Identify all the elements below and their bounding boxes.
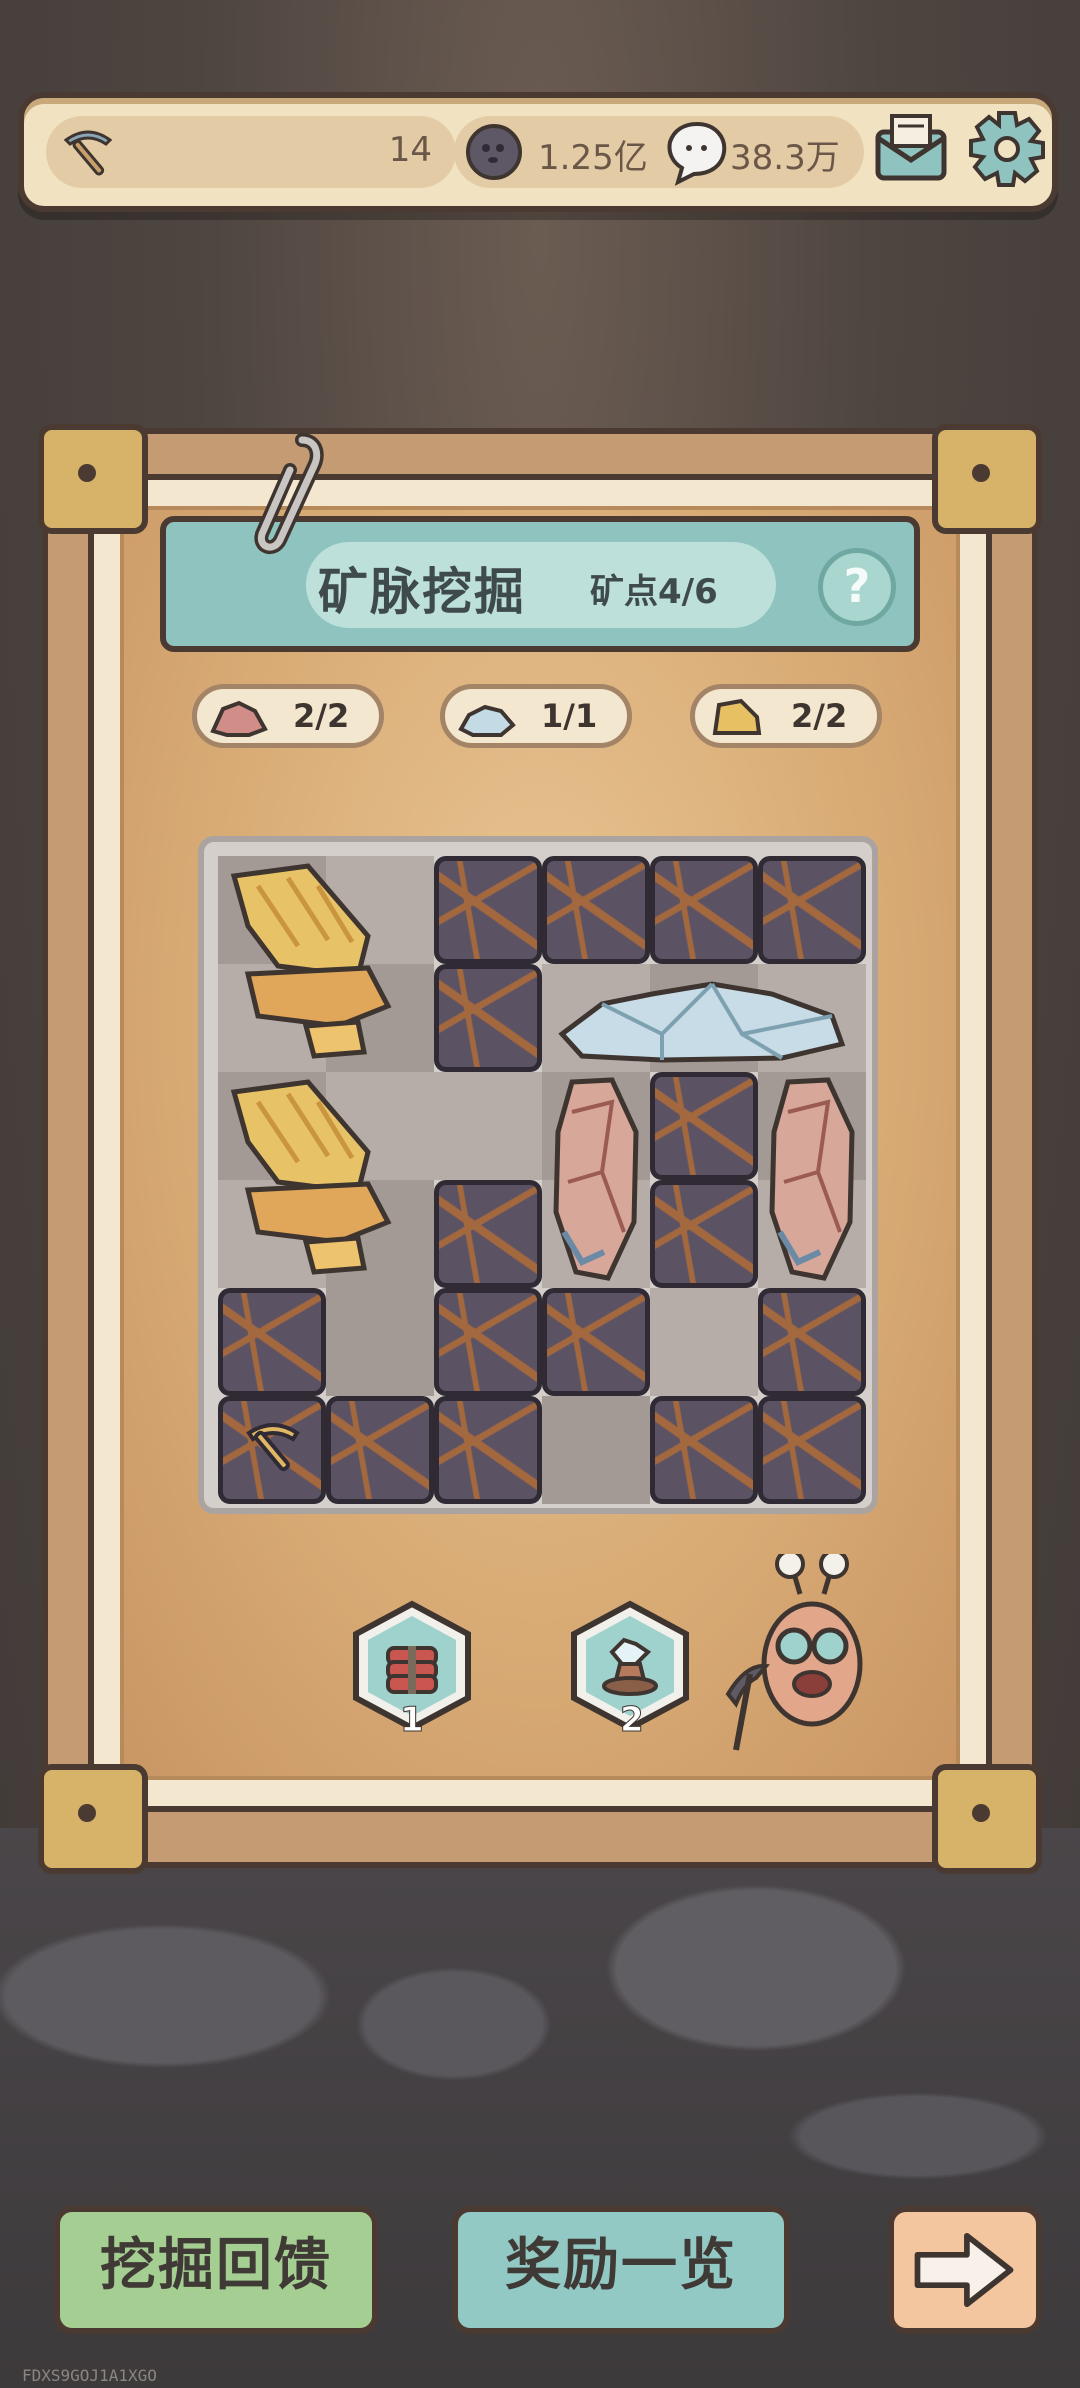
mining-grid [198,836,878,1514]
mine-progress: 矿点4/6 [590,572,718,612]
ore-counter-blue: 1/1 [440,684,632,748]
grid-cell-5-5[interactable] [758,1396,866,1504]
ore-counter-blue-value: 1/1 [541,697,598,735]
grid-cell-0-3[interactable] [542,856,650,964]
grid-cell-2-4[interactable] [650,1072,758,1180]
grid-cell-5-0[interactable] [218,1396,326,1504]
currency-slot: 1.25亿 38.3万 [454,116,864,188]
grid-cell-5-4[interactable] [650,1396,758,1504]
crystal-lamp-count: 2 [620,1700,645,1741]
coin-amount: 1.25亿 [538,138,648,178]
reward-list-label: 奖励一览 [505,2233,737,2298]
gold-ore-icon [712,698,762,735]
red-ore-icon [769,1077,855,1281]
next-button[interactable] [888,2206,1042,2334]
red-ore-icon [553,1077,639,1281]
device-watermark: FDXS9GOJ1A1XGO [22,2366,157,2385]
gold-ore-icon [230,863,392,1059]
grid-cell-2-2[interactable] [434,1072,542,1180]
grid-cell-0-4[interactable] [650,856,758,964]
coin-icon [466,124,522,180]
dig-feedback-label: 挖掘回馈 [100,2233,332,2298]
pickaxe-count: 14 [388,130,432,170]
top-resource-bar: 14 1.25亿 38.3万 [18,92,1058,212]
grid-cell-4-3[interactable] [542,1288,650,1396]
ore-counter-red: 2/2 [192,684,384,748]
blue-ore-icon [458,704,516,737]
panel-corner-br [932,1764,1042,1874]
help-button[interactable]: ? [818,548,896,626]
grid-cell-1-2[interactable] [434,964,542,1072]
grid-cell-0-2[interactable] [434,856,542,964]
grid-cell-5-2[interactable] [434,1396,542,1504]
grid-cell-3-4[interactable] [650,1180,758,1288]
ore-counter-red-value: 2/2 [293,697,350,735]
ore-counter-gold-value: 2/2 [791,697,848,735]
reward-list-button[interactable]: 奖励一览 [452,2206,790,2334]
gem-amount: 38.3万 [730,138,840,178]
paperclip-icon [254,433,324,555]
grid-cell-4-2[interactable] [434,1288,542,1396]
red-ore-icon [210,700,268,737]
grid-cell-4-0[interactable] [218,1288,326,1396]
grid-cell-4-1[interactable] [326,1288,434,1396]
mail-icon[interactable] [870,108,952,190]
ore-counter-gold: 2/2 [690,684,882,748]
gold-ore-icon [230,1079,392,1275]
panel-title: 矿脉挖掘 [318,563,526,621]
panel-corner-tl [38,424,148,534]
settings-gear-icon[interactable] [964,106,1050,192]
dig-feedback-button[interactable]: 挖掘回馈 [54,2206,378,2334]
pickaxe-marker-icon [246,1423,300,1472]
dynamite-count: 1 [400,1700,425,1741]
dynamite-icon [386,1646,438,1694]
blue-ore-icon [558,981,846,1063]
grid-cell-4-4[interactable] [650,1288,758,1396]
grid-cell-5-1[interactable] [326,1396,434,1504]
snail-miner-mascot [725,1554,863,1751]
panel-corner-tr [932,424,1042,534]
grid-cell-4-5[interactable] [758,1288,866,1396]
panel-corner-bl [38,1764,148,1874]
pickaxe-resource[interactable]: 14 [46,116,456,188]
gem-icon [667,121,727,186]
grid-cell-3-2[interactable] [434,1180,542,1288]
grid-cell-5-3[interactable] [542,1396,650,1504]
next-arrow-icon [914,2232,1014,2308]
grid-cell-0-5[interactable] [758,856,866,964]
pickaxe-icon [63,130,113,176]
